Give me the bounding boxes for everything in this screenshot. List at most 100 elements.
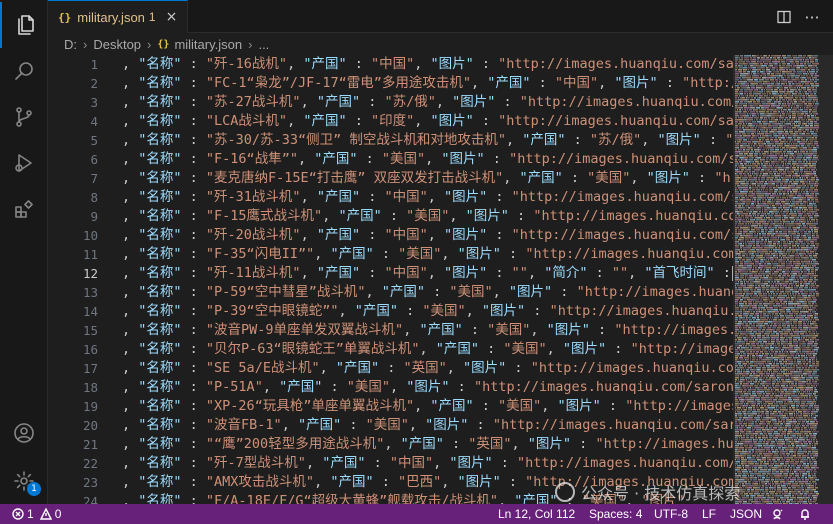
code-line[interactable]: 3 , "名称" : "苏-27战斗机", "产国" : "苏/俄", "图片" … [48,93,733,112]
code-line[interactable]: 5 , "名称" : "苏-30/苏-33“侧卫” 制空战斗机和对地攻击机", "… [48,131,733,150]
line-number: 20 [82,418,98,433]
problems-indicator[interactable]: 1 0 [12,504,61,524]
chevron-right-icon: › [248,36,253,52]
explorer-icon[interactable] [0,2,48,48]
code-text: , "名称" : "F-16“战隼”", "产国" : "美国", "图片" :… [122,151,733,167]
line-number: 16 [82,342,98,357]
watermark: 公众号 · 技术仿真探索 [555,481,740,503]
code-line[interactable]: 13 , "名称" : "P-59“空中彗星”战斗机", "产国" : "美国",… [48,283,733,302]
line-number: 4 [90,114,98,129]
breadcrumb-trail[interactable]: ... [258,37,269,52]
cursor-position[interactable]: Ln 12, Col 112 [498,504,575,524]
warning-count: 0 [54,507,62,521]
line-number: 12 [82,266,98,281]
code-line[interactable]: 4 , "名称" : "LCA战斗机", "产国" : "印度", "图片" : … [48,112,733,131]
split-editor-icon[interactable] [771,4,797,30]
chevron-right-icon: › [83,36,88,52]
code-line[interactable]: 1 , "名称" : "歼-16战机", "产国" : "中国", "图片" : … [48,55,733,74]
line-number: 3 [90,95,98,110]
code-text: , "名称" : "XP-26“玩具枪”单座单翼战斗机", "产国" : "美国… [122,398,733,414]
run-debug-icon[interactable] [0,140,48,186]
code-line[interactable]: 17 , "名称" : "SE 5a/E战斗机", "产国" : "英国", "图… [48,359,733,378]
minimap[interactable] [733,55,833,504]
code-line[interactable]: 8 , "名称" : "歼-31战斗机", "产国" : "中国", "图片" :… [48,188,733,207]
tab-label: military.json [77,9,145,25]
code-line[interactable]: 6 , "名称" : "F-16“战隼”", "产国" : "美国", "图片" … [48,150,733,169]
warning-icon [39,508,52,520]
wechat-logo-icon [555,482,575,502]
breadcrumb-file[interactable]: military.json [174,37,242,52]
code-text: , "名称" : "SE 5a/E战斗机", "产国" : "英国", "图片"… [122,360,733,376]
line-number: 21 [82,437,98,452]
json-file-icon: {} [157,38,170,50]
json-file-icon: {} [58,10,72,24]
breadcrumb-folder[interactable]: Desktop [93,37,141,52]
minimap-slider[interactable] [733,55,833,504]
code-line[interactable]: 14 , "名称" : "P-39“空中眼镜蛇”", "产国" : "美国", "… [48,302,733,321]
line-number: 2 [90,76,98,91]
code-line[interactable]: 16 , "名称" : "贝尔P-63“眼镜蛇王”单翼战斗机", "产国" : "… [48,340,733,359]
code-line[interactable]: 18 , "名称" : "P-51A", "产国" : "美国", "图片" : … [48,378,733,397]
watermark-text: 公众号 · 技术仿真探索 [581,484,741,503]
extensions-icon[interactable] [0,186,48,232]
code-line[interactable]: 7 , "名称" : "麦克唐纳F-15E“打击鹰” 双座双发打击战斗机", "产… [48,169,733,188]
code-text: , "名称" : "苏-27战斗机", "产国" : "苏/俄", "图片" :… [122,94,733,110]
code-text: , "名称" : "LCA战斗机", "产国" : "印度", "图片" : "… [122,113,733,129]
code-line[interactable]: 21 , "名称" : "“鹰”200轻型多用途战斗机", "产国" : "英国"… [48,435,733,454]
code-text: , "名称" : "歼-7型战斗机", "产国" : "中国", "图片" : … [122,455,733,471]
language-mode[interactable]: JSON [730,504,762,524]
line-number: 15 [82,323,98,338]
code-line[interactable]: 20 , "名称" : "波音FB-1", "产国" : "美国", "图片" :… [48,416,733,435]
code-line[interactable]: 11 , "名称" : "F-35“闪电II”", "产国" : "美国", "图… [48,245,733,264]
line-number: 19 [82,399,98,414]
code-line[interactable]: 15 , "名称" : "波音PW-9单座单发双翼战斗机", "产国" : "美国… [48,321,733,340]
code-text: , "名称" : "苏-30/苏-33“侧卫” 制空战斗机和对地攻击机", "产… [122,132,733,148]
feedback-icon[interactable] [771,504,786,524]
breadcrumb: D: › Desktop › {} military.json › ... [48,33,833,55]
tab-military-json[interactable]: {} military.json 1 × [48,0,188,33]
line-number: 22 [82,456,98,471]
account-icon[interactable] [0,410,48,456]
code-text: , "名称" : "波音FB-1", "产国" : "美国", "图片" : "… [122,417,733,433]
code-line[interactable]: 2 , "名称" : "FC-1“枭龙”/JF-17“雷电”多用途攻击机", "产… [48,74,733,93]
close-icon[interactable]: × [166,9,178,25]
code-line[interactable]: 19 , "名称" : "XP-26“玩具枪”单座单翼战斗机", "产国" : "… [48,397,733,416]
more-actions-button[interactable]: ··· [799,4,825,30]
code-line[interactable]: 10 , "名称" : "歼-20战斗机", "产国" : "中国", "图片" … [48,226,733,245]
status-bar: 1 0 Ln 12, Col 112 Spaces: 4 UTF-8 LF JS… [0,504,833,524]
line-number: 1 [90,57,98,72]
code-text: , "名称" : "波音PW-9单座单发双翼战斗机", "产国" : "美国",… [122,322,733,338]
code-line[interactable]: 22 , "名称" : "歼-7型战斗机", "产国" : "中国", "图片" … [48,454,733,473]
chevron-right-icon: › [147,36,152,52]
source-control-icon[interactable] [0,94,48,140]
settings-badge: 1 [27,482,41,496]
code-text: , "名称" : "歼-20战斗机", "产国" : "中国", "图片" : … [122,227,733,243]
code-text: , "名称" : "P-39“空中眼镜蛇”", "产国" : "美国", "图片… [122,303,733,319]
indentation[interactable]: Spaces: 4 [589,504,642,524]
breadcrumb-drive[interactable]: D: [64,37,77,52]
tab-bar: {} military.json 1 × ··· [48,0,833,33]
line-number: 14 [82,304,98,319]
code-text: , "名称" : "FC-1“枭龙”/JF-17“雷电”多用途攻击机", "产国… [122,75,733,91]
line-number: 9 [90,209,98,224]
vertical-scrollbar[interactable] [819,55,833,504]
bell-icon[interactable] [799,504,814,524]
code-text: , "名称" : "歼-11战斗机", "产国" : "中国", "图片" : … [122,264,733,283]
code-text: , "名称" : "F-35“闪电II”", "产国" : "美国", "图片"… [122,246,733,262]
line-number: 8 [90,190,98,205]
activity-bar: 1 [0,0,48,504]
code-line[interactable]: 12 , "名称" : "歼-11战斗机", "产国" : "中国", "图片" … [48,264,733,283]
line-number: 18 [82,380,98,395]
line-number: 10 [82,228,98,243]
code-text: , "名称" : "歼-31战斗机", "产国" : "中国", "图片" : … [122,189,733,205]
tab-problem-count: 1 [148,10,156,24]
end-of-line[interactable]: LF [702,504,716,524]
settings-icon[interactable]: 1 [0,458,48,504]
code-text: , "名称" : "麦克唐纳F-15E“打击鹰” 双座双发打击战斗机", "产国… [122,170,731,186]
code-line[interactable]: 9 , "名称" : "F-15鹰式战斗机", "产国" : "美国", "图片"… [48,207,733,226]
code-text: , "名称" : "P-51A", "产国" : "美国", "图片" : "h… [122,379,733,395]
code-text: , "名称" : "“鹰”200轻型多用途战斗机", "产国" : "英国", … [122,436,733,452]
encoding[interactable]: UTF-8 [654,504,688,524]
search-icon[interactable] [0,48,48,94]
code-editor[interactable]: 1 , "名称" : "歼-16战机", "产国" : "中国", "图片" : … [48,55,733,504]
